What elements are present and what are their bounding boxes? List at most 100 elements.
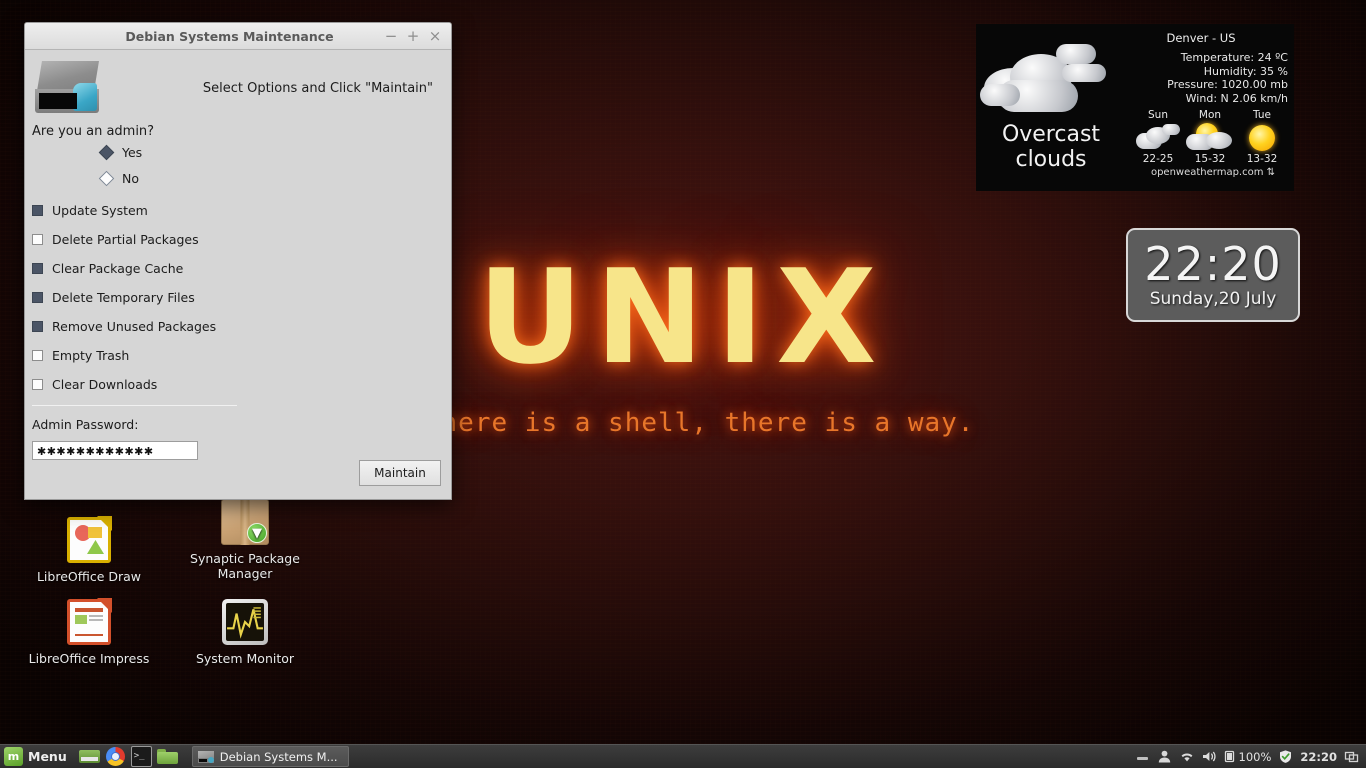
weather-pressure: Pressure: 1020.00 mb [1167, 78, 1288, 91]
taskbar-window-button[interactable]: Debian Systems M... [191, 746, 349, 767]
checkbox-indicator[interactable] [32, 263, 43, 274]
desktop-icon-label: LibreOffice Draw [36, 569, 142, 584]
desktop-icon-label: LibreOffice Impress [28, 651, 150, 666]
close-button[interactable]: × [424, 25, 446, 47]
checkbox-label: Delete Partial Packages [52, 232, 199, 247]
checkbox-update-system[interactable]: Update System [25, 196, 451, 225]
shield-icon[interactable] [1278, 749, 1293, 764]
weather-details: Denver - US Temperature: 24 ºC Humidity:… [1126, 24, 1294, 191]
checkbox-label: Delete Temporary Files [52, 290, 195, 305]
checkbox-indicator[interactable] [32, 234, 43, 245]
weather-wind: Wind: N 2.06 km/h [1185, 91, 1288, 105]
checkbox-clear-package-cache[interactable]: Clear Package Cache [25, 254, 451, 283]
checkbox-label: Clear Package Cache [52, 261, 184, 276]
workspace-icon[interactable] [1344, 749, 1359, 764]
desktop[interactable]: UNIX e there is a shell, there is a way.… [0, 0, 1366, 744]
window-body: Select Options and Click "Maintain" Are … [25, 50, 451, 499]
desktop-icon-libreoffice-draw[interactable]: LibreOffice Draw [24, 516, 154, 584]
checkbox-delete-temporary-files[interactable]: Delete Temporary Files [25, 283, 451, 312]
chrome-icon[interactable] [105, 746, 126, 767]
keyboard-icon[interactable] [1135, 749, 1150, 764]
radio-yes[interactable]: Yes [25, 139, 451, 161]
system-tray[interactable]: 100% 22:20 [1135, 749, 1366, 764]
refresh-icon[interactable]: ⇅ [1267, 167, 1275, 178]
desktop-icon-synaptic-package-manager[interactable]: ▼ Synaptic Package Manager [180, 498, 310, 581]
battery-indicator[interactable]: 100% [1223, 749, 1272, 764]
clock-widget[interactable]: 22:20 Sunday,20 July [1126, 228, 1300, 322]
sunny-icon [1236, 122, 1288, 152]
desktop-icon-libreoffice-impress[interactable]: LibreOffice Impress [24, 598, 154, 666]
weather-city: Denver - US [1166, 31, 1236, 45]
minimize-button[interactable]: − [380, 25, 402, 47]
admin-question-label: Are you an admin? [32, 124, 155, 139]
checkbox-label: Clear Downloads [52, 377, 158, 392]
password-row: ✱✱✱✱✱✱✱✱✱✱✱✱ [25, 432, 451, 460]
libreoffice-draw-icon [67, 516, 112, 563]
file-manager-icon[interactable] [78, 746, 100, 767]
forecast-range: 15-32 [1194, 153, 1226, 165]
radio-no[interactable]: No [25, 160, 451, 187]
window-title: Debian Systems Maintenance [125, 28, 334, 44]
checkbox-indicator[interactable] [32, 321, 43, 332]
checkbox-indicator[interactable] [32, 350, 43, 361]
desktop-icon-system-monitor[interactable]: System Monitor [180, 598, 310, 666]
checkbox-clear-downloads[interactable]: Clear Downloads [25, 370, 451, 399]
weather-source[interactable]: openweathermap.com ⇅ [1126, 167, 1290, 178]
menu-button[interactable]: Menu [28, 749, 67, 764]
checkbox-indicator[interactable] [32, 292, 43, 303]
forecast-range: 22-25 [1142, 153, 1174, 165]
weather-condition: Overcast clouds [1001, 122, 1101, 172]
checkbox-indicator[interactable] [32, 205, 43, 216]
folder-icon[interactable] [156, 746, 178, 767]
checkbox-empty-trash[interactable]: Empty Trash [25, 341, 451, 370]
weather-temperature: Temperature: 24 ºC [1180, 51, 1288, 64]
radio-no-label: No [122, 171, 139, 186]
window-header-row: Select Options and Click "Maintain" [25, 50, 451, 115]
cloudy-icon [1132, 122, 1184, 152]
battery-percent-label: 100% [1238, 749, 1272, 764]
hard-drive-icon [35, 59, 101, 115]
volume-icon[interactable] [1201, 749, 1216, 764]
forecast-range: 13-32 [1246, 153, 1278, 165]
instruction-text: Select Options and Click "Maintain" [202, 81, 433, 96]
forecast-day-name: Tue [1253, 109, 1271, 121]
tray-clock[interactable]: 22:20 [1300, 750, 1337, 764]
forecast-day: Sun 22-25 [1132, 109, 1184, 165]
radio-no-indicator[interactable] [98, 170, 115, 187]
taskbar[interactable]: m Menu >_ Debian Systems M... 100% 22:20 [0, 744, 1366, 768]
checkbox-remove-unused-packages[interactable]: Remove Unused Packages [25, 312, 451, 341]
terminal-icon[interactable]: >_ [130, 746, 152, 767]
synaptic-package-manager-icon: ▼ [221, 499, 269, 545]
checkbox-label: Remove Unused Packages [52, 319, 217, 334]
forecast-day-name: Mon [1198, 109, 1222, 121]
desktop-icon-label: System Monitor [195, 651, 295, 666]
weather-forecast: Sun 22-25 Mon 15-32 Tue 13-32 [1126, 109, 1290, 165]
libreoffice-impress-icon [67, 598, 112, 645]
radio-yes-indicator[interactable] [98, 144, 115, 161]
system-monitor-icon [222, 599, 268, 645]
radio-yes-label: Yes [122, 145, 143, 160]
user-icon[interactable] [1157, 749, 1172, 764]
admin-password-input[interactable]: ✱✱✱✱✱✱✱✱✱✱✱✱ [32, 441, 198, 460]
desktop-icon-label: Synaptic Package Manager [190, 551, 300, 581]
clock-time: 22:20 [1144, 237, 1282, 291]
forecast-day: Mon 15-32 [1184, 109, 1236, 165]
forecast-day-name: Sun [1148, 109, 1168, 121]
checkbox-label: Empty Trash [52, 348, 130, 363]
linux-mint-icon[interactable]: m [4, 747, 23, 766]
debian-systems-maintenance-window[interactable]: Debian Systems Maintenance − + × Select … [24, 22, 452, 500]
maximize-button[interactable]: + [402, 25, 424, 47]
wifi-icon[interactable] [1179, 749, 1194, 764]
weather-humidity: Humidity: 35 % [1203, 64, 1288, 78]
taskbar-window-label: Debian Systems M... [219, 749, 338, 764]
checkbox-indicator[interactable] [32, 379, 43, 390]
weather-source-label: openweathermap.com [1150, 167, 1264, 178]
partly-sunny-icon [1184, 122, 1236, 152]
window-titlebar[interactable]: Debian Systems Maintenance − + × [25, 23, 451, 50]
weather-main: Overcast clouds [976, 24, 1126, 191]
weather-widget[interactable]: Overcast clouds Denver - US Temperature:… [976, 24, 1294, 191]
checkbox-delete-partial-packages[interactable]: Delete Partial Packages [25, 225, 451, 254]
checkbox-label: Update System [52, 203, 148, 218]
maintain-button[interactable]: Maintain [359, 460, 441, 486]
overcast-clouds-icon [976, 38, 1126, 118]
